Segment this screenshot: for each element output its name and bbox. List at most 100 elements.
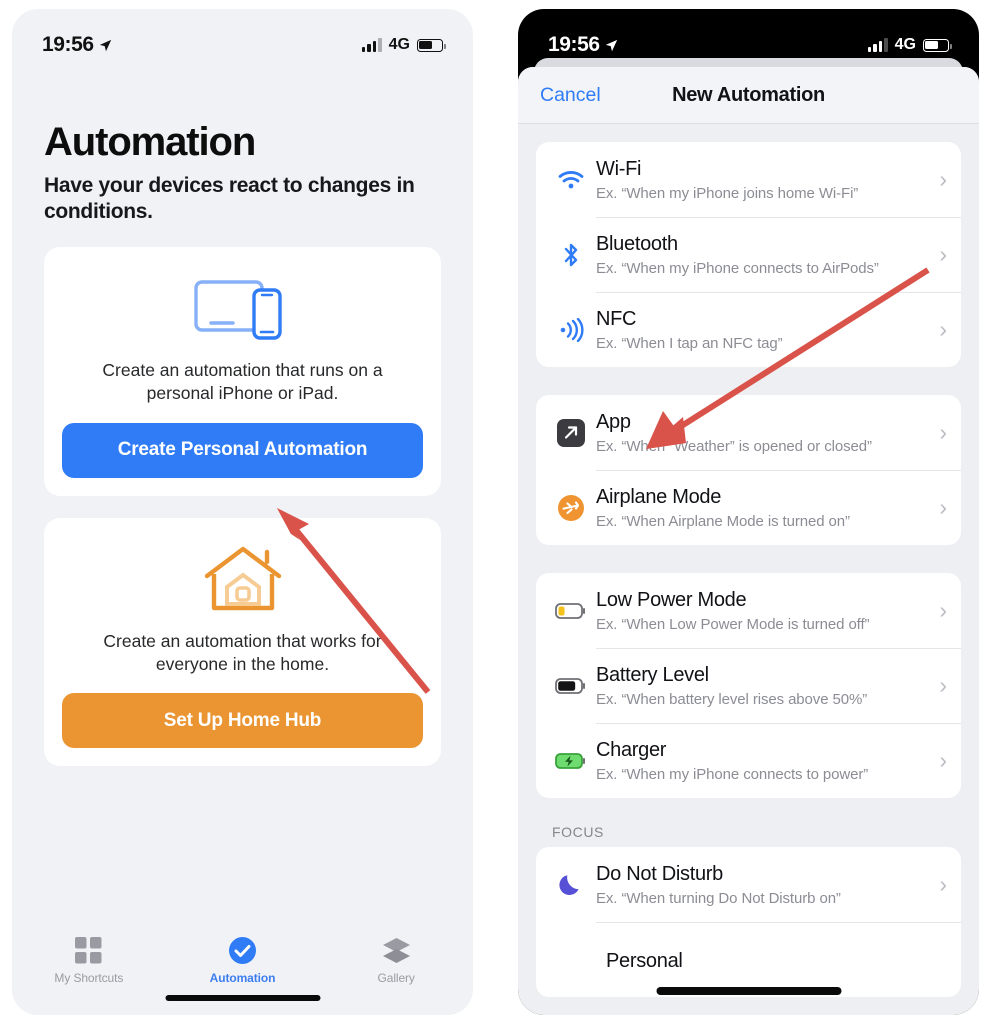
home-indicator xyxy=(165,995,320,1001)
chevron-right-icon: › xyxy=(939,747,947,773)
list-item-personal-partial[interactable]: Personal xyxy=(536,922,961,997)
chevron-right-icon: › xyxy=(939,672,947,698)
section-header-focus: FOCUS xyxy=(552,824,604,840)
moon-icon xyxy=(546,872,596,898)
trigger-group-apps: App Ex. “When “Weather” is opened or clo… xyxy=(536,395,961,545)
list-item-example: Ex. “When Airplane Mode is turned on” xyxy=(596,512,850,530)
list-item-title: Charger xyxy=(596,738,667,761)
list-item-text: NFC Ex. “When I tap an NFC tag” xyxy=(596,308,925,352)
list-item-title: Do Not Disturb xyxy=(596,862,723,885)
home-automation-description: Create an automation that works for ever… xyxy=(103,630,382,674)
list-item-example: Ex. “When turning Do Not Disturb on” xyxy=(596,889,841,907)
cellular-bars-icon xyxy=(361,38,382,52)
airplane-icon xyxy=(546,494,596,522)
grid-squares-icon xyxy=(75,935,102,965)
chevron-right-icon: › xyxy=(939,871,947,897)
network-type-label: 4G xyxy=(388,36,410,53)
tab-label: My Shortcuts xyxy=(54,971,124,985)
stacked-layers-icon xyxy=(382,935,411,965)
chevron-right-icon: › xyxy=(939,166,947,192)
list-item-text: Battery Level Ex. “When battery level ri… xyxy=(596,664,925,708)
chevron-right-icon: › xyxy=(939,419,947,445)
status-time: 19:56 xyxy=(42,33,94,56)
tab-bar: My Shortcuts Automation Gallery xyxy=(12,923,473,1015)
status-time: 19:56 xyxy=(548,33,600,56)
list-item-text: App Ex. “When “Weather” is opened or clo… xyxy=(596,411,925,455)
list-item-title: NFC xyxy=(596,307,637,330)
trigger-group-connectivity: Wi-Fi Ex. “When my iPhone joins home Wi-… xyxy=(536,142,961,367)
screenshot-stage: 19:56 4G Automation Have your devices re… xyxy=(0,0,995,1024)
home-automation-card: Create an automation that works for ever… xyxy=(44,517,441,767)
ipad-iphone-devices-icon xyxy=(62,269,423,347)
battery-full-icon xyxy=(546,677,596,695)
nfc-icon xyxy=(546,317,596,342)
list-item-example: Ex. “When my iPhone joins home Wi-Fi” xyxy=(596,184,859,202)
list-item-battery-level[interactable]: Battery Level Ex. “When battery level ri… xyxy=(536,648,961,723)
list-item-title: Low Power Mode xyxy=(596,588,747,611)
chevron-right-icon: › xyxy=(939,316,947,342)
cellular-bars-icon xyxy=(867,38,888,52)
battery-charging-icon xyxy=(546,752,596,770)
list-item-title: Wi-Fi xyxy=(596,157,642,180)
tab-my-shortcuts[interactable]: My Shortcuts xyxy=(12,935,166,985)
home-house-icon xyxy=(62,540,423,618)
trigger-group-battery: Low Power Mode Ex. “When Low Power Mode … xyxy=(536,573,961,798)
battery-low-icon xyxy=(546,602,596,620)
list-item-title: Bluetooth xyxy=(596,232,678,255)
list-item-wifi[interactable]: Wi-Fi Ex. “When my iPhone joins home Wi-… xyxy=(536,142,961,217)
list-item-example: Ex. “When my iPhone connects to AirPods” xyxy=(596,259,879,277)
page-subtitle: Have your devices react to changes in co… xyxy=(44,174,415,224)
sheet-navbar: Cancel New Automation xyxy=(518,67,979,124)
create-personal-automation-button[interactable]: Create Personal Automation xyxy=(62,422,423,478)
battery-icon xyxy=(923,38,952,52)
status-bar-right: 4G xyxy=(361,36,446,54)
list-item-text: Do Not Disturb Ex. “When turning Do Not … xyxy=(596,863,925,907)
list-item-title: App xyxy=(596,410,631,433)
list-item-example: Ex. “When I tap an NFC tag” xyxy=(596,334,783,352)
status-bar-right: 4G xyxy=(867,36,952,54)
automation-screen: Automation Have your devices react to ch… xyxy=(12,67,473,1015)
list-item-airplane-mode[interactable]: Airplane Mode Ex. “When Airplane Mode is… xyxy=(536,470,961,545)
chevron-right-icon: › xyxy=(939,597,947,623)
location-arrow-icon xyxy=(605,39,617,51)
list-item-text: Bluetooth Ex. “When my iPhone connects t… xyxy=(596,233,925,277)
right-phone-mockup: 19:56 4G Cancel New Automation Wi-Fi Ex.… xyxy=(518,9,979,1015)
new-automation-sheet: Cancel New Automation Wi-Fi Ex. “When my… xyxy=(518,67,979,1015)
check-circle-icon xyxy=(228,935,257,965)
list-item-text: Airplane Mode Ex. “When Airplane Mode is… xyxy=(596,486,925,530)
tab-label: Automation xyxy=(209,971,276,985)
personal-automation-card: Create an automation that runs on a pers… xyxy=(44,247,441,496)
status-bar-left: 19:56 xyxy=(548,33,618,57)
chevron-right-icon: › xyxy=(939,494,947,520)
network-type-label: 4G xyxy=(894,36,916,53)
list-item-nfc[interactable]: NFC Ex. “When I tap an NFC tag” › xyxy=(536,292,961,367)
home-indicator xyxy=(656,987,841,995)
list-item-low-power-mode[interactable]: Low Power Mode Ex. “When Low Power Mode … xyxy=(536,573,961,648)
list-item-text: Charger Ex. “When my iPhone connects to … xyxy=(596,739,925,783)
list-item-do-not-disturb[interactable]: Do Not Disturb Ex. “When turning Do Not … xyxy=(536,847,961,922)
list-item-text: Wi-Fi Ex. “When my iPhone joins home Wi-… xyxy=(596,158,925,202)
personal-automation-description: Create an automation that runs on a pers… xyxy=(102,360,383,404)
chevron-right-icon: › xyxy=(939,241,947,267)
list-item-title: Airplane Mode xyxy=(596,485,722,508)
tab-gallery[interactable]: Gallery xyxy=(319,935,473,985)
list-item-app[interactable]: App Ex. “When “Weather” is opened or clo… xyxy=(536,395,961,470)
set-up-home-hub-button[interactable]: Set Up Home Hub xyxy=(62,693,423,749)
status-bar-left: 19:56 xyxy=(42,33,112,57)
trigger-list[interactable]: Wi-Fi Ex. “When my iPhone joins home Wi-… xyxy=(518,142,979,997)
left-status-bar: 19:56 4G xyxy=(12,9,473,67)
cancel-button[interactable]: Cancel xyxy=(540,84,601,107)
battery-icon xyxy=(417,38,446,52)
list-item-example: Ex. “When Low Power Mode is turned off” xyxy=(596,615,870,633)
list-item-example: Ex. “When “Weather” is opened or closed” xyxy=(596,437,872,455)
bluetooth-icon xyxy=(546,242,596,268)
list-item-charger[interactable]: Charger Ex. “When my iPhone connects to … xyxy=(536,723,961,798)
list-item-example: Ex. “When my iPhone connects to power” xyxy=(596,765,869,783)
tab-automation[interactable]: Automation xyxy=(166,935,320,985)
trigger-group-focus: Do Not Disturb Ex. “When turning Do Not … xyxy=(536,847,961,997)
app-launch-icon xyxy=(546,418,596,448)
left-phone-mockup: 19:56 4G Automation Have your devices re… xyxy=(12,9,473,1015)
list-item-title: Battery Level xyxy=(596,663,709,686)
list-item-bluetooth[interactable]: Bluetooth Ex. “When my iPhone connects t… xyxy=(536,217,961,292)
page-title: Automation xyxy=(44,120,256,164)
